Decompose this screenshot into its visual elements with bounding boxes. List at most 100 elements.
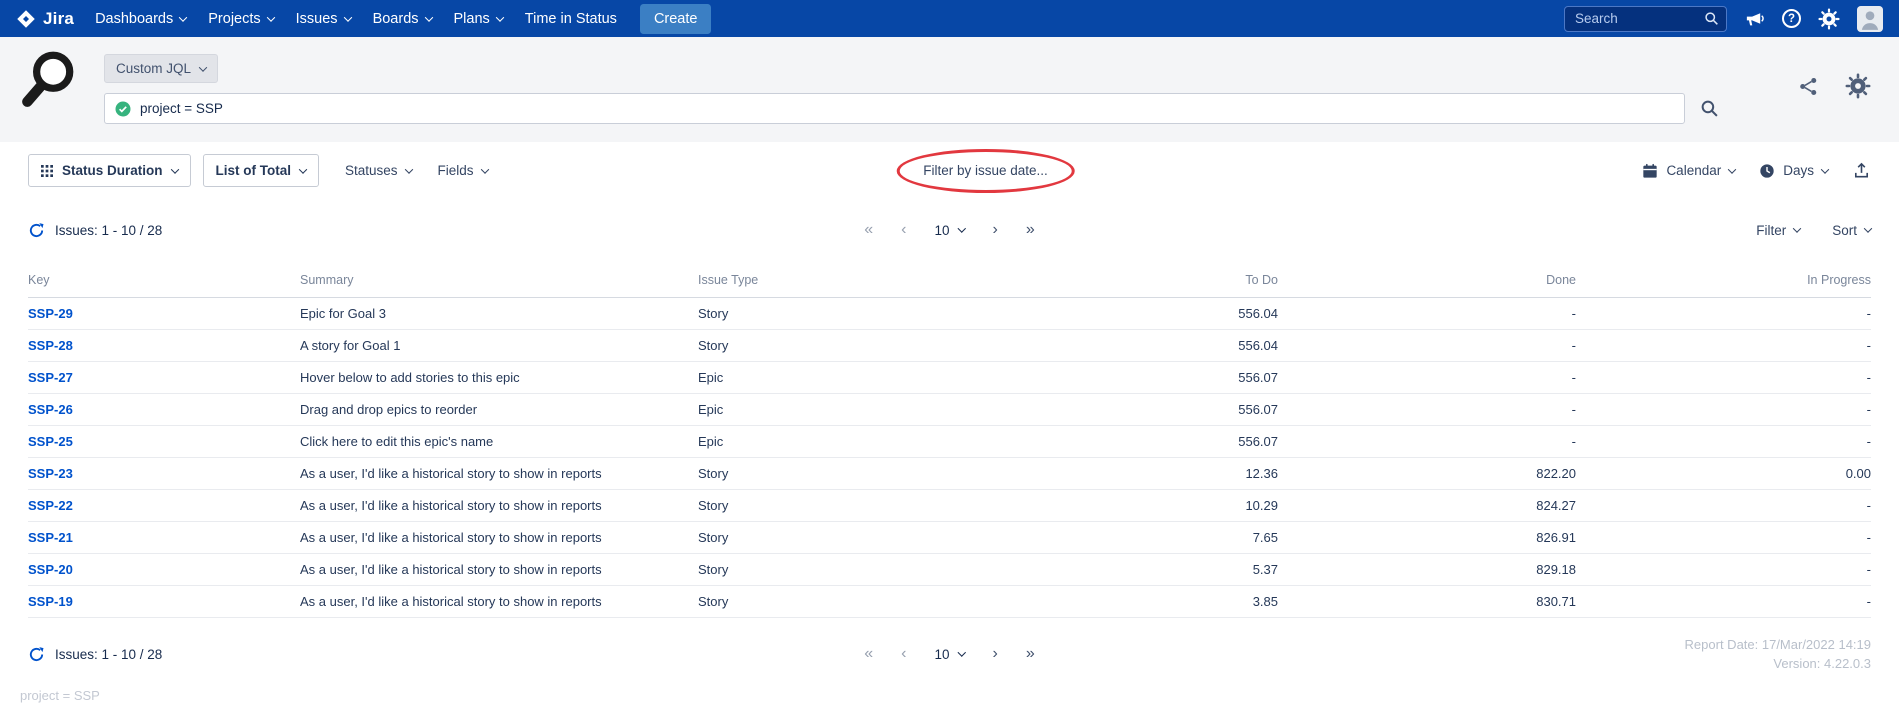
- search-input[interactable]: [1564, 6, 1727, 32]
- issue-summary: As a user, I'd like a historical story t…: [300, 490, 698, 522]
- issue-key-link[interactable]: SSP-26: [28, 402, 73, 417]
- page-size-value: 10: [934, 223, 949, 238]
- gear-icon[interactable]: [1818, 8, 1840, 30]
- issue-key-link[interactable]: SSP-25: [28, 434, 73, 449]
- issue-todo-value: 556.07: [1026, 426, 1278, 458]
- jira-logo[interactable]: Jira: [10, 9, 84, 29]
- chevron-down-icon: [1793, 224, 1801, 232]
- issue-todo-value: 12.36: [1026, 458, 1278, 490]
- table-row: SSP-21 As a user, I'd like a historical …: [28, 522, 1871, 554]
- page-size-select[interactable]: 10: [934, 647, 964, 662]
- issue-date-filter[interactable]: Filter by issue date...: [923, 163, 1048, 178]
- chevron-down-icon: [1728, 165, 1736, 173]
- nav-item-projects[interactable]: Projects: [197, 0, 284, 37]
- issue-summary: As a user, I'd like a historical story t…: [300, 586, 698, 618]
- app-logo-icon: [18, 49, 78, 114]
- issue-key-link[interactable]: SSP-20: [28, 562, 73, 577]
- calendar-icon: [1642, 163, 1658, 179]
- issue-done-value: -: [1278, 362, 1576, 394]
- sort-dropdown[interactable]: Sort: [1832, 223, 1871, 238]
- brand-name: Jira: [43, 9, 74, 29]
- create-button[interactable]: Create: [640, 4, 712, 34]
- chevron-down-icon: [424, 13, 432, 21]
- issue-todo-value: 7.65: [1026, 522, 1278, 554]
- prev-page-button[interactable]: ‹: [901, 221, 906, 239]
- report-type-button[interactable]: Status Duration: [28, 154, 191, 187]
- issue-key-link[interactable]: SSP-27: [28, 370, 73, 385]
- jql-mode-button[interactable]: Custom JQL: [104, 54, 218, 83]
- chevron-down-icon: [1864, 224, 1872, 232]
- chevron-down-icon: [480, 165, 488, 173]
- table-header-row: Key Summary Issue Type To Do Done In Pro…: [28, 267, 1871, 298]
- refresh-icon[interactable]: [28, 646, 45, 663]
- share-icon[interactable]: [1798, 76, 1819, 97]
- issue-type: Epic: [698, 394, 1026, 426]
- issue-todo-value: 556.04: [1026, 298, 1278, 330]
- issue-todo-value: 556.04: [1026, 330, 1278, 362]
- page-size-select[interactable]: 10: [934, 223, 964, 238]
- issue-todo-value: 556.07: [1026, 394, 1278, 426]
- issue-done-value: 826.91: [1278, 522, 1576, 554]
- nav-item-label: Dashboards: [95, 11, 173, 27]
- issue-done-value: -: [1278, 330, 1576, 362]
- settings-gear-icon[interactable]: [1845, 73, 1871, 99]
- nav-item-plans[interactable]: Plans: [443, 0, 514, 37]
- issue-inprogress-value: -: [1576, 586, 1871, 618]
- nav-item-time-in-status[interactable]: Time in Status: [514, 0, 628, 37]
- report-date: Report Date: 17/Mar/2022 14:19: [1685, 635, 1871, 655]
- issue-key-link[interactable]: SSP-21: [28, 530, 73, 545]
- chevron-down-icon: [957, 648, 965, 656]
- units-label: Days: [1783, 163, 1814, 178]
- issue-summary: A story for Goal 1: [300, 330, 698, 362]
- issue-key-link[interactable]: SSP-19: [28, 594, 73, 609]
- nav-item-label: Issues: [296, 11, 338, 27]
- list-type-label: List of Total: [216, 163, 292, 178]
- issue-summary: As a user, I'd like a historical story t…: [300, 458, 698, 490]
- jql-search-button[interactable]: [1700, 99, 1719, 118]
- user-avatar-icon[interactable]: [1857, 6, 1883, 32]
- issue-todo-value: 10.29: [1026, 490, 1278, 522]
- list-controls-bottom: Issues: 1 - 10 / 28 « ‹ 10 › » Report Da…: [0, 634, 1899, 674]
- list-controls-top: Issues: 1 - 10 / 28 « ‹ 10 › » Filter So…: [0, 213, 1899, 247]
- next-page-button[interactable]: ›: [993, 221, 998, 239]
- nav-item-issues[interactable]: Issues: [285, 0, 362, 37]
- first-page-button[interactable]: «: [864, 221, 873, 239]
- issue-key-link[interactable]: SSP-28: [28, 338, 73, 353]
- issue-key-link[interactable]: SSP-22: [28, 498, 73, 513]
- column-header-inprogress: In Progress: [1576, 267, 1871, 298]
- last-page-button[interactable]: »: [1026, 221, 1035, 239]
- refresh-icon[interactable]: [28, 222, 45, 239]
- chevron-down-icon: [404, 165, 412, 173]
- filter-dropdown[interactable]: Filter: [1756, 223, 1800, 238]
- announcement-icon[interactable]: [1744, 8, 1765, 29]
- nav-item-boards[interactable]: Boards: [362, 0, 443, 37]
- issue-key-link[interactable]: SSP-29: [28, 306, 73, 321]
- nav-item-dashboards[interactable]: Dashboards: [84, 0, 197, 37]
- next-page-button[interactable]: ›: [993, 645, 998, 663]
- export-icon[interactable]: [1852, 161, 1871, 180]
- chevron-down-icon: [343, 13, 351, 21]
- issue-key-link[interactable]: SSP-23: [28, 466, 73, 481]
- fields-dropdown[interactable]: Fields: [438, 163, 488, 178]
- chevron-down-icon: [496, 13, 504, 21]
- first-page-button[interactable]: «: [864, 645, 873, 663]
- time-units-dropdown[interactable]: Days: [1759, 163, 1828, 179]
- issues-count-label: Issues: 1 - 10 / 28: [55, 223, 162, 238]
- help-icon[interactable]: [1782, 9, 1801, 28]
- nav-item-label: Projects: [208, 11, 260, 27]
- prev-page-button[interactable]: ‹: [901, 645, 906, 663]
- last-page-button[interactable]: »: [1026, 645, 1035, 663]
- statuses-dropdown[interactable]: Statuses: [345, 163, 412, 178]
- report-type-label: Status Duration: [62, 163, 163, 178]
- issues-count-label: Issues: 1 - 10 / 28: [55, 647, 162, 662]
- issue-summary: Click here to edit this epic's name: [300, 426, 698, 458]
- issue-type: Story: [698, 490, 1026, 522]
- list-type-button[interactable]: List of Total: [203, 154, 320, 187]
- issue-type: Story: [698, 554, 1026, 586]
- jql-input[interactable]: [140, 101, 1674, 116]
- calendar-dropdown[interactable]: Calendar: [1642, 163, 1735, 179]
- annotation-ellipse: Filter by issue date...: [896, 149, 1075, 193]
- issue-inprogress-value: -: [1576, 298, 1871, 330]
- nav-right: [1564, 6, 1889, 32]
- chevron-down-icon: [957, 224, 965, 232]
